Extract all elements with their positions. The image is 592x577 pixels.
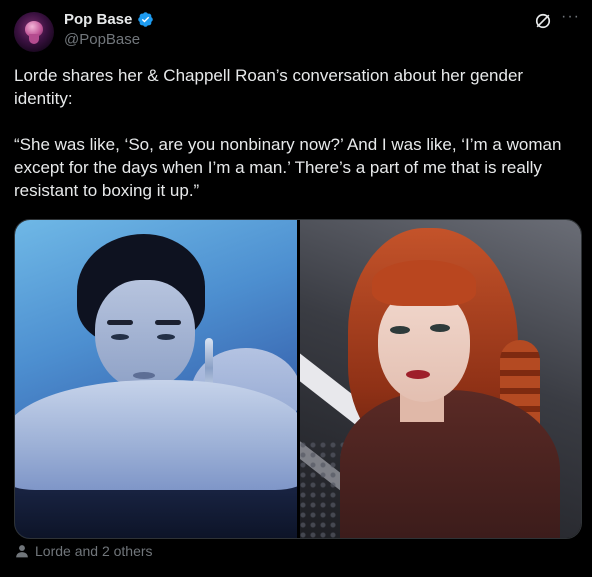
more-options-icon[interactable]: ···	[561, 8, 580, 26]
author-handle[interactable]: @PopBase	[64, 31, 140, 48]
author-avatar[interactable]	[14, 12, 54, 52]
media-grid	[14, 219, 582, 539]
grok-icon[interactable]	[533, 11, 553, 31]
person-icon	[16, 545, 28, 558]
tweet-text: Lorde shares her & Chappell Roan’s conve…	[14, 66, 562, 200]
photo-lorde[interactable]	[15, 220, 297, 538]
photo-chappell-roan[interactable]	[300, 220, 581, 538]
tagged-users[interactable]: Lorde and 2 others	[15, 543, 153, 559]
tagged-users-label[interactable]: Lorde and 2 others	[35, 543, 153, 559]
verified-badge-icon[interactable]	[137, 11, 154, 28]
author-name-row[interactable]: Pop Base	[64, 11, 154, 28]
author-name[interactable]: Pop Base	[64, 11, 132, 28]
